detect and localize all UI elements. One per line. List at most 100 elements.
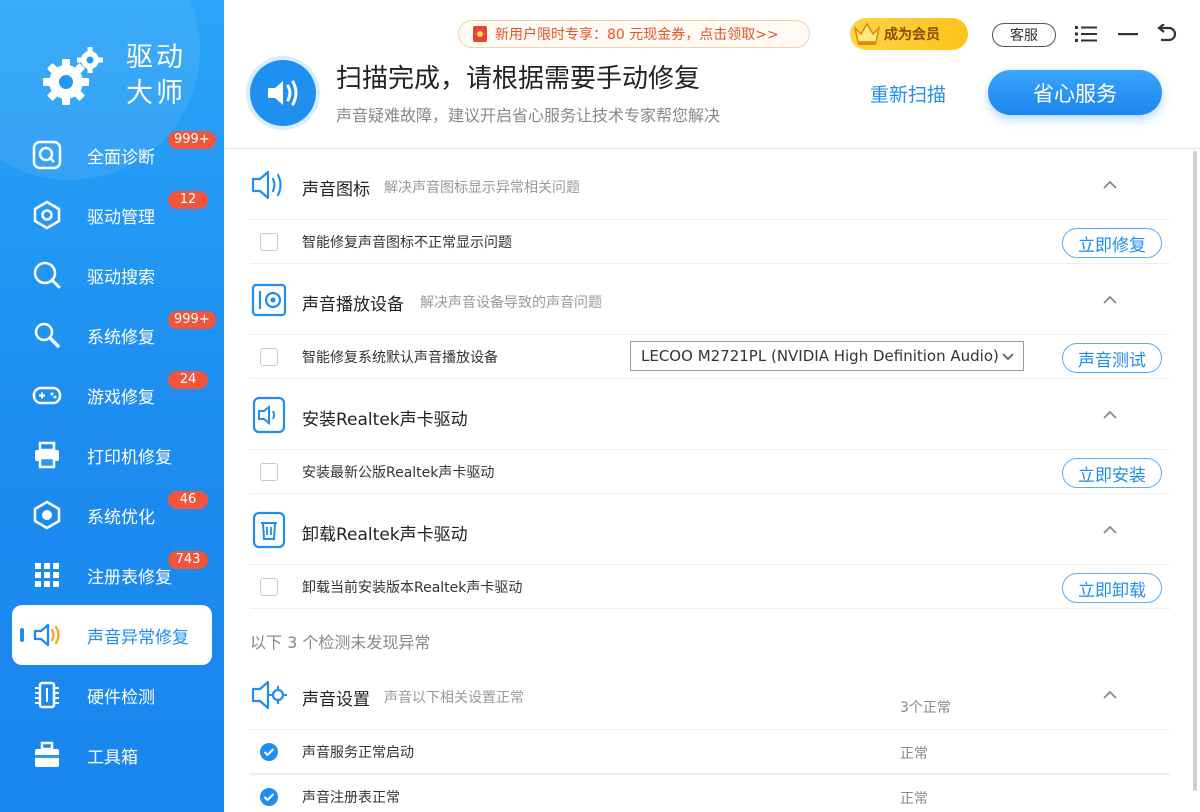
section-title: 声音播放设备	[302, 295, 404, 315]
section-desc: 解决声音图标显示异常相关问题	[384, 180, 580, 196]
count-badge: 24	[168, 371, 208, 389]
sidebar-item-label: 声音异常修复	[87, 627, 189, 648]
gear-logo-icon	[43, 47, 103, 105]
chevron-up-icon[interactable]	[1100, 520, 1120, 540]
sidebar-item-label: 系统优化	[87, 507, 155, 528]
sidebar-item-full-diagnosis[interactable]: 全面诊断 999+	[0, 125, 224, 185]
app-title-line2: 大师	[126, 78, 186, 109]
sidebar-item-registry-repair[interactable]: 注册表修复 743	[0, 545, 224, 605]
chevron-up-icon[interactable]	[1100, 290, 1120, 310]
sidebar-item-label: 游戏修复	[87, 387, 155, 408]
row-checkbox[interactable]	[260, 233, 278, 251]
app-title: 驱动 大师	[126, 40, 186, 112]
sidebar-item-system-repair[interactable]: 系统修复 999+	[0, 305, 224, 365]
count-badge: 999+	[168, 131, 216, 149]
section-title: 声音图标	[302, 180, 370, 200]
app-logo: 驱动 大师	[40, 40, 210, 115]
normal-count: 3个正常	[900, 700, 951, 716]
minimize-icon[interactable]	[1116, 22, 1140, 46]
sidebar-item-game-repair[interactable]: 游戏修复 24	[0, 365, 224, 425]
toolbox-icon	[32, 740, 62, 770]
scrollbar[interactable]	[1193, 151, 1197, 791]
sidebar-item-printer-repair[interactable]: 打印机修复	[0, 425, 224, 485]
check-circle-icon	[260, 743, 278, 761]
row-label: 声音注册表正常	[302, 790, 400, 806]
fix-row: 智能修复系统默认声音播放设备 LECOO M2721PL (NVIDIA Hig…	[250, 334, 1170, 379]
no-issue-note: 以下 3 个检测未发现异常	[250, 633, 431, 652]
section-install-realtek[interactable]: 安装Realtek声卡驱动	[250, 379, 1170, 449]
normal-row: 声音服务正常启动 正常	[250, 729, 1170, 774]
optimize-icon	[32, 500, 62, 530]
row-checkbox[interactable]	[260, 578, 278, 596]
sidebar-item-sound-repair[interactable]: 声音异常修复	[12, 605, 212, 665]
speaker-icon	[32, 620, 62, 650]
section-desc: 声音以下相关设置正常	[384, 690, 524, 706]
search-icon	[32, 260, 62, 290]
section-title: 安装Realtek声卡驱动	[302, 410, 468, 430]
row-checkbox[interactable]	[260, 463, 278, 481]
audio-device-icon	[250, 282, 288, 318]
count-badge: 999+	[168, 311, 216, 329]
check-circle-icon	[260, 788, 278, 806]
sidebar-item-label: 全面诊断	[87, 147, 155, 168]
sidebar-item-hardware-check[interactable]: 硬件检测	[0, 665, 224, 725]
sidebar-item-driver-search[interactable]: 驱动搜索	[0, 245, 224, 305]
app-title-line1: 驱动	[126, 42, 186, 73]
section-uninstall-realtek[interactable]: 卸载Realtek声卡驱动	[250, 494, 1170, 564]
sidebar-item-driver-management[interactable]: 驱动管理 12	[0, 185, 224, 245]
customer-service-label: 客服	[1010, 28, 1038, 44]
fix-row: 卸载当前安装版本Realtek声卡驱动 立即卸载	[250, 564, 1170, 609]
section-playback-device[interactable]: 声音播放设备 解决声音设备导致的声音问题	[250, 264, 1170, 334]
selected-device: LECOO M2721PL (NVIDIA High Definition Au…	[641, 347, 999, 365]
uninstall-now-button[interactable]: 立即卸载	[1062, 573, 1162, 603]
menu-list-icon[interactable]	[1074, 22, 1098, 46]
rescan-link[interactable]: 重新扫描	[870, 80, 946, 107]
section-title: 卸载Realtek声卡驱动	[302, 525, 468, 545]
fix-row: 智能修复声音图标不正常显示问题 立即修复	[250, 219, 1170, 264]
sidebar-nav: 全面诊断 999+ 驱动管理 12 驱动搜索 系统修复 999+ 游戏修复 24…	[0, 125, 224, 785]
grid-icon	[32, 560, 62, 590]
install-now-button[interactable]: 立即安装	[1062, 458, 1162, 488]
sidebar-item-label: 工具箱	[87, 747, 138, 768]
sidebar-item-label: 驱动搜索	[87, 267, 155, 288]
sound-status-icon	[250, 60, 316, 126]
page-subtitle: 声音疑难故障，建议开启省心服务让技术专家帮您解决	[336, 106, 721, 125]
diagnosis-icon	[32, 140, 62, 170]
vip-button[interactable]: 成为会员	[850, 18, 968, 50]
back-icon[interactable]	[1154, 22, 1178, 46]
row-status: 正常	[900, 746, 928, 762]
count-badge: 743	[168, 551, 208, 569]
count-badge: 46	[168, 491, 208, 509]
section-sound-settings[interactable]: 声音设置 声音以下相关设置正常 3个正常	[250, 659, 1170, 729]
sound-test-button[interactable]: 声音测试	[1062, 343, 1162, 373]
row-label: 智能修复系统默认声音播放设备	[302, 350, 498, 366]
fix-now-button[interactable]: 立即修复	[1062, 228, 1162, 258]
result-list: 声音图标 解决声音图标显示异常相关问题 智能修复声音图标不正常显示问题 立即修复…	[224, 149, 1200, 812]
promo-banner[interactable]: 新用户限时专享：80 元现金券，点击领取>>	[458, 20, 810, 48]
sidebar-item-label: 打印机修复	[87, 447, 172, 468]
playback-device-select[interactable]: LECOO M2721PL (NVIDIA High Definition Au…	[630, 341, 1024, 371]
gamepad-icon	[32, 380, 62, 410]
driver-hex-icon	[32, 200, 62, 230]
normal-row: 声音注册表正常 正常	[250, 774, 1170, 812]
red-packet-icon	[473, 26, 487, 42]
fix-row: 安装最新公版Realtek声卡驱动 立即安装	[250, 449, 1170, 494]
chevron-up-icon[interactable]	[1100, 405, 1120, 425]
trash-icon	[250, 511, 288, 549]
row-checkbox[interactable]	[260, 348, 278, 366]
chevron-up-icon[interactable]	[1100, 175, 1120, 195]
page-title: 扫描完成，请根据需要手动修复	[336, 64, 701, 94]
row-label: 智能修复声音图标不正常显示问题	[302, 235, 512, 251]
chevron-down-icon	[1002, 353, 1014, 361]
customer-service-button[interactable]: 客服	[992, 23, 1056, 47]
sidebar-item-toolbox[interactable]: 工具箱	[0, 725, 224, 785]
section-sound-icon[interactable]: 声音图标 解决声音图标显示异常相关问题	[250, 149, 1170, 219]
sidebar-item-system-optimize[interactable]: 系统优化 46	[0, 485, 224, 545]
sound-settings-icon	[250, 677, 288, 713]
speaker-outline-icon	[250, 167, 288, 203]
sidebar-item-label: 注册表修复	[87, 567, 172, 588]
sidebar-item-label: 系统修复	[87, 327, 155, 348]
sidebar: 驱动 大师 全面诊断 999+ 驱动管理 12 驱动搜索 系统修复 999+ 游…	[0, 0, 224, 812]
worry-free-service-button[interactable]: 省心服务	[988, 70, 1162, 115]
chevron-up-icon[interactable]	[1100, 685, 1120, 705]
